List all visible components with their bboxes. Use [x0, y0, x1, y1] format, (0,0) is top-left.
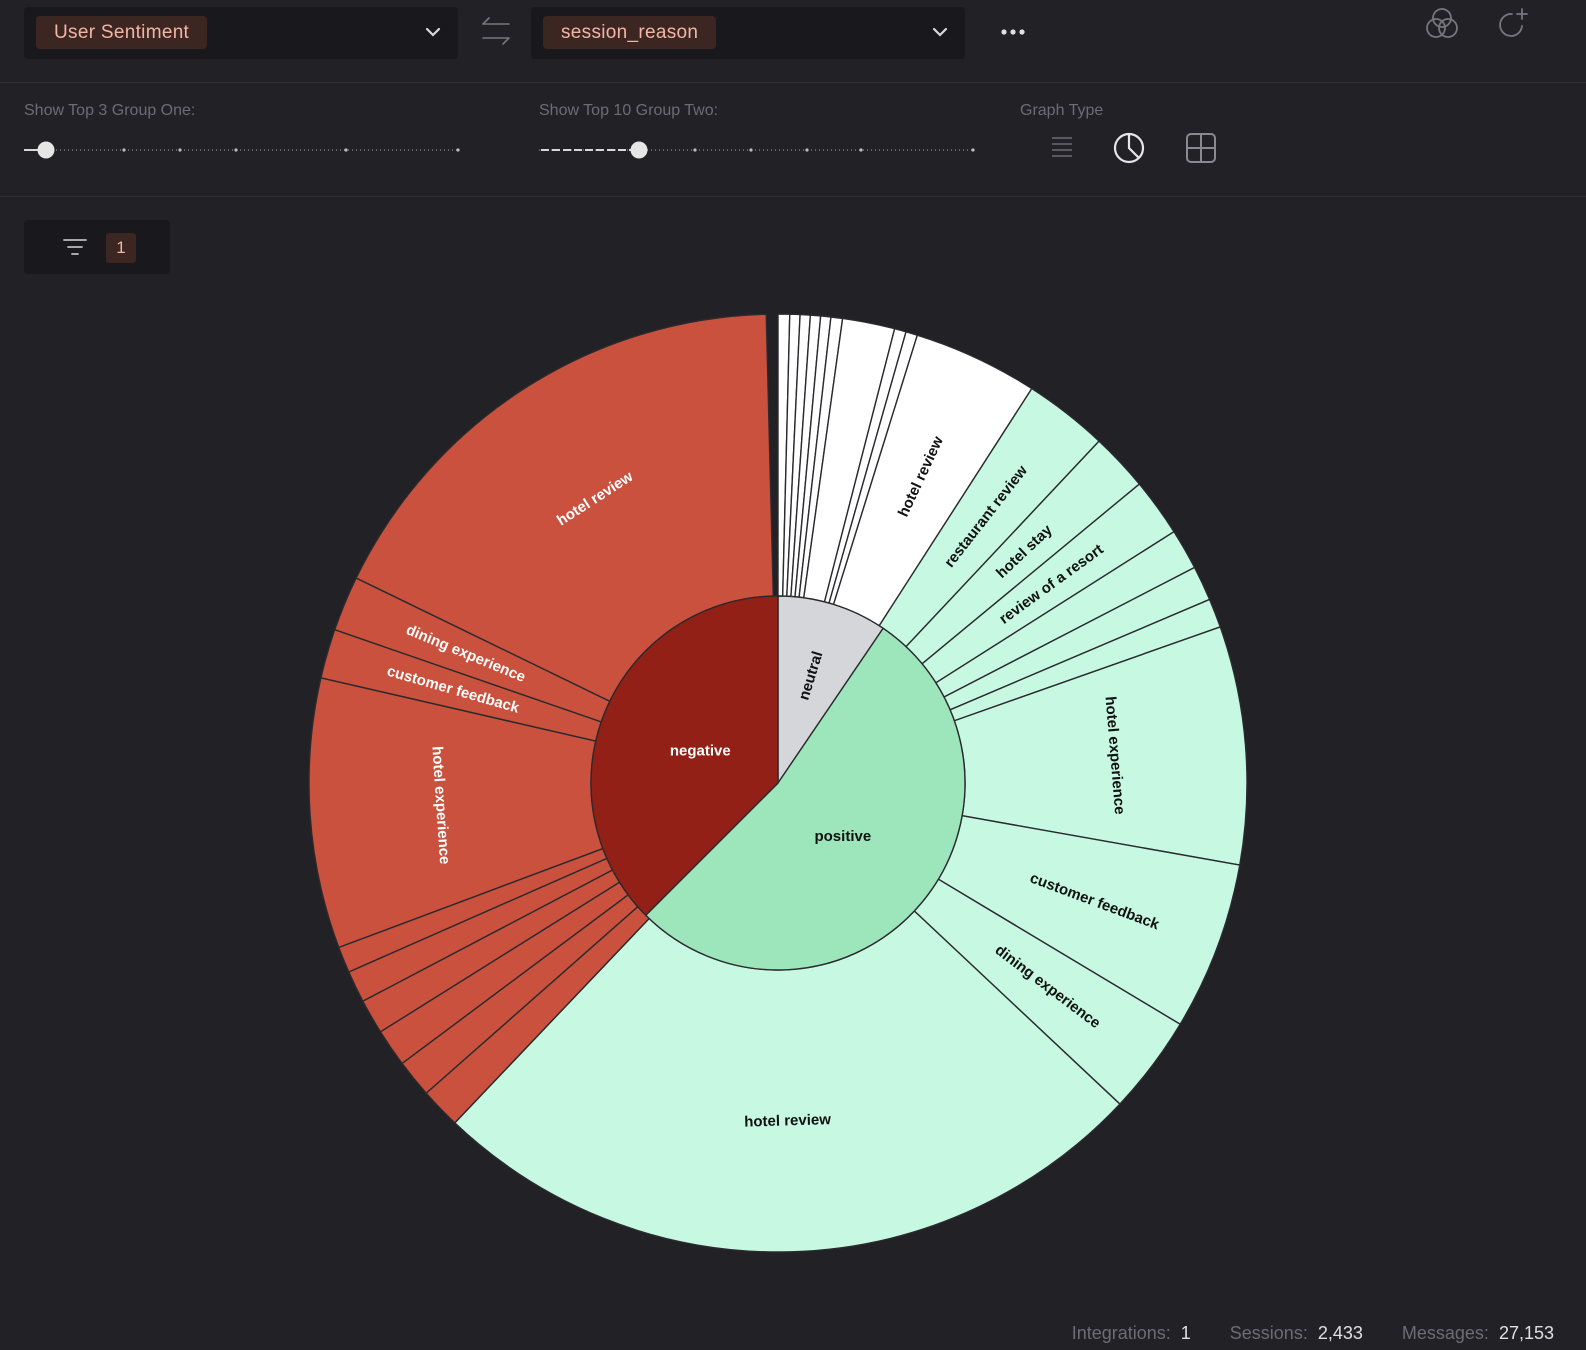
integrations-value: 1: [1180, 1323, 1191, 1343]
inner-label-negative: negative: [670, 742, 731, 759]
footer-stats: Integrations: 1 Sessions: 2,433 Messages: 2…: [1072, 1323, 1554, 1344]
messages-label: Messages:: [1401, 1323, 1489, 1343]
messages-value: 27,153: [1498, 1323, 1554, 1343]
integrations-label: Integrations:: [1071, 1323, 1171, 1343]
sessions-label: Sessions:: [1229, 1323, 1308, 1343]
inner-label-positive: positive: [814, 828, 871, 845]
sunburst-chart: hotel reviewrestaurant reviewhotel stayr…: [308, 313, 1248, 1253]
sessions-value: 2,433: [1317, 1323, 1363, 1343]
outer-label-positive-hotel-review: hotel review: [744, 1111, 831, 1130]
